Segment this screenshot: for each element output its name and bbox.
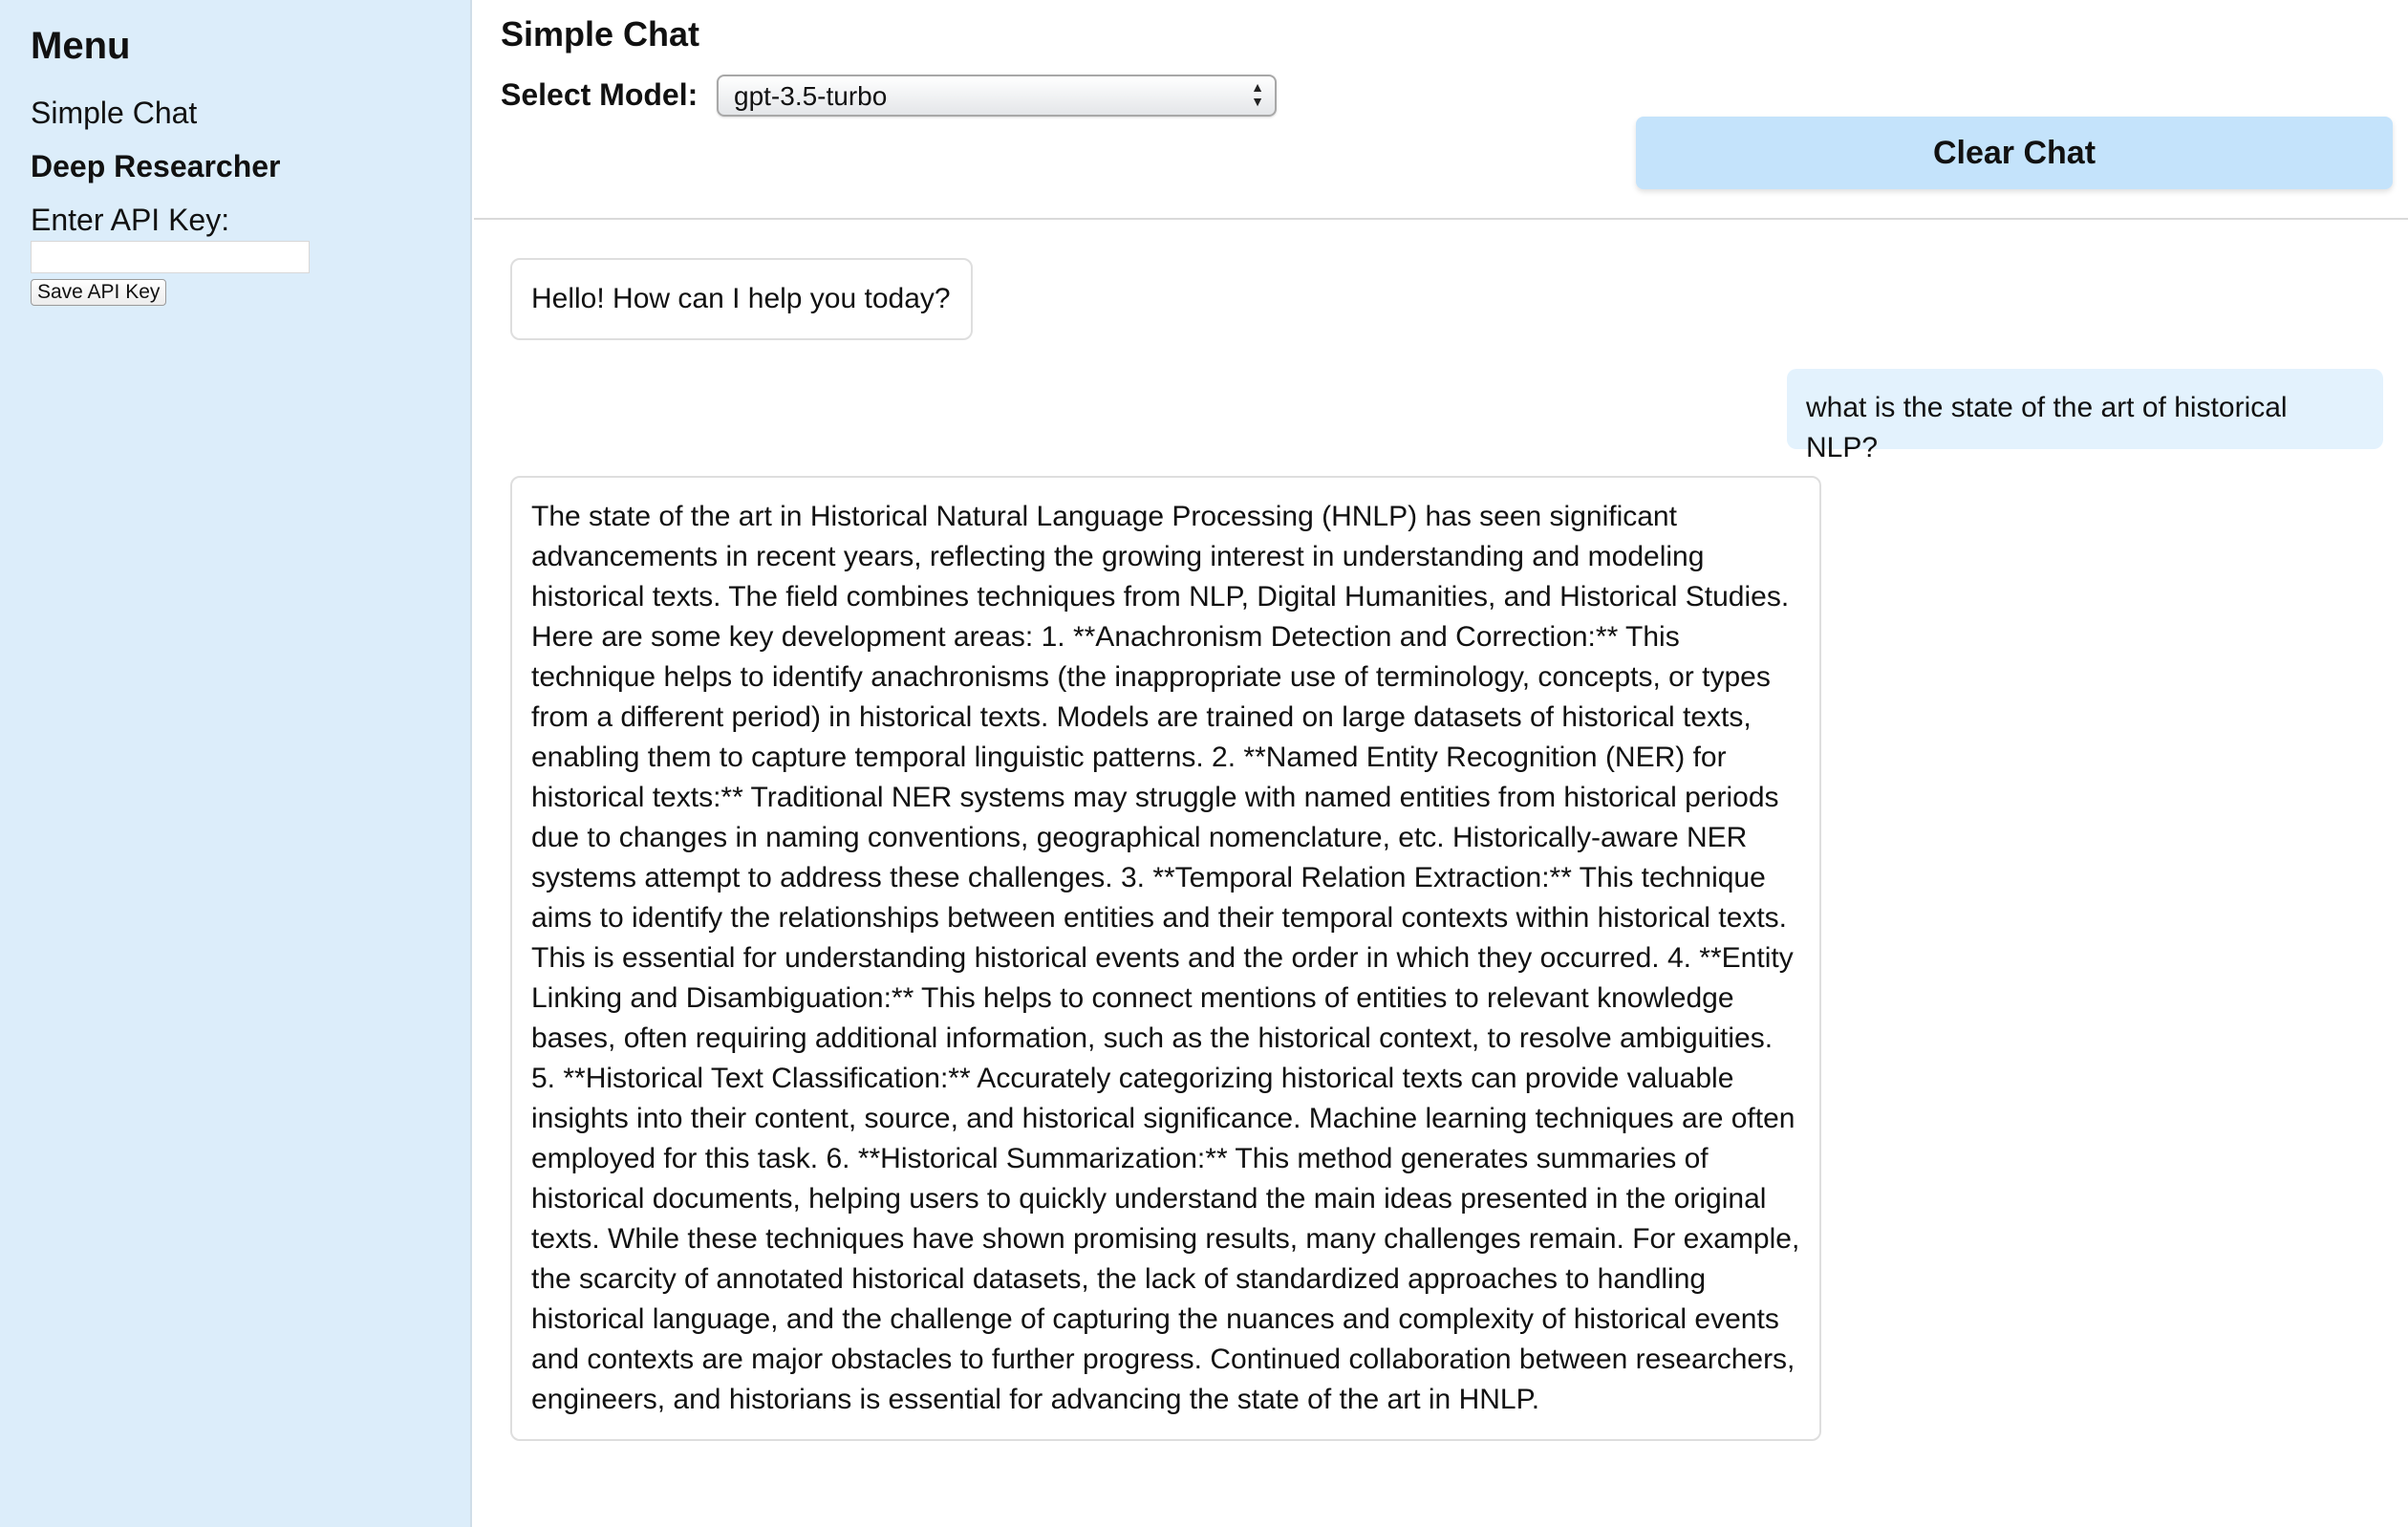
sidebar-item-deep-researcher[interactable]: Deep Researcher — [31, 147, 280, 185]
model-select[interactable]: gpt-3.5-turbo ▲ ▼ — [717, 75, 1277, 117]
app-window: Menu Simple Chat Deep Researcher Enter A… — [0, 0, 2408, 1527]
sidebar-item-simple-chat[interactable]: Simple Chat — [31, 94, 197, 132]
model-select-value: gpt-3.5-turbo — [734, 81, 888, 111]
select-arrows-icon: ▲ ▼ — [1251, 79, 1264, 109]
api-key-input[interactable] — [31, 241, 310, 273]
save-api-key-button[interactable]: Save API Key — [31, 279, 167, 306]
clear-chat-button[interactable]: Clear Chat — [1636, 117, 2393, 189]
assistant-message: Hello! How can I help you today? — [510, 258, 973, 340]
menu-title: Menu — [31, 25, 131, 67]
chat-messages[interactable]: Hello! How can I help you today? what is… — [474, 222, 2408, 1527]
assistant-message: The state of the art in Historical Natur… — [510, 476, 1821, 1441]
api-key-label: Enter API Key: — [31, 203, 230, 237]
chat-header: Simple Chat Select Model: gpt-3.5-turbo … — [474, 0, 2408, 220]
page-title: Simple Chat — [501, 14, 700, 54]
model-select-label: Select Model: — [501, 77, 699, 112]
sidebar: Menu Simple Chat Deep Researcher Enter A… — [0, 0, 472, 1527]
user-message: what is the state of the art of historic… — [1787, 369, 2383, 463]
